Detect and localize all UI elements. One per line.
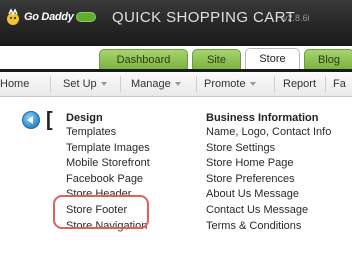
tab-site[interactable]: Site bbox=[192, 49, 241, 69]
menu-promote-label: Promote bbox=[204, 78, 246, 90]
business-heading: Business Information bbox=[206, 112, 319, 124]
brand-name: Go Daddy bbox=[24, 11, 74, 23]
highlight-ring bbox=[53, 195, 149, 229]
menu-separator bbox=[325, 76, 326, 92]
link-contact-us-message[interactable]: Contact Us Message bbox=[206, 203, 331, 219]
menu-separator bbox=[50, 76, 51, 92]
menu-promote[interactable]: Promote bbox=[204, 72, 256, 96]
godaddy-logo-icon bbox=[4, 8, 22, 26]
chevron-down-icon bbox=[174, 82, 181, 87]
app-version: v2.8.6i bbox=[283, 13, 310, 23]
link-store-home-page[interactable]: Store Home Page bbox=[206, 156, 331, 172]
menu-fa[interactable]: Fa bbox=[333, 72, 346, 96]
link-about-us-message[interactable]: About Us Message bbox=[206, 187, 331, 203]
chevron-down-icon bbox=[249, 82, 256, 87]
menu-bar: Home Set Up Manage Promote Report Fa bbox=[0, 72, 352, 97]
design-heading: Design bbox=[66, 112, 103, 124]
menu-separator bbox=[120, 76, 121, 92]
brand-logo[interactable]: Go Daddy bbox=[4, 5, 96, 29]
menu-manage[interactable]: Manage bbox=[131, 72, 181, 96]
menu-setup[interactable]: Set Up bbox=[63, 72, 107, 96]
main-content: [ Design Templates Template Images Mobil… bbox=[0, 97, 352, 253]
link-facebook-page[interactable]: Facebook Page bbox=[66, 172, 150, 188]
menu-setup-label: Set Up bbox=[63, 78, 97, 90]
app-title: QUICK SHOPPING CART bbox=[112, 9, 296, 26]
link-store-settings[interactable]: Store Settings bbox=[206, 141, 331, 157]
tab-store[interactable]: Store bbox=[245, 48, 300, 70]
link-store-preferences[interactable]: Store Preferences bbox=[206, 172, 331, 188]
back-arrow-icon[interactable] bbox=[22, 111, 40, 129]
tab-blog[interactable]: Blog bbox=[304, 49, 352, 69]
brand-pill-icon bbox=[75, 12, 96, 22]
menu-separator bbox=[196, 76, 197, 92]
link-template-images[interactable]: Template Images bbox=[66, 141, 150, 157]
page-title: [ bbox=[46, 109, 53, 131]
link-terms-conditions[interactable]: Terms & Conditions bbox=[206, 219, 331, 235]
menu-report[interactable]: Report bbox=[283, 72, 316, 96]
menu-home[interactable]: Home bbox=[0, 72, 29, 96]
tab-dashboard[interactable]: Dashboard bbox=[99, 49, 188, 69]
business-column: Business Information Name, Logo, Contact… bbox=[206, 111, 331, 234]
menu-manage-label: Manage bbox=[131, 78, 171, 90]
menu-separator bbox=[274, 76, 275, 92]
app-header: Go Daddy QUICK SHOPPING CART v2.8.6i bbox=[0, 0, 352, 46]
link-name-logo-contact[interactable]: Name, Logo, Contact Info bbox=[206, 125, 331, 141]
chevron-down-icon bbox=[100, 82, 107, 87]
link-templates[interactable]: Templates bbox=[66, 125, 150, 141]
link-mobile-storefront[interactable]: Mobile Storefront bbox=[66, 156, 150, 172]
